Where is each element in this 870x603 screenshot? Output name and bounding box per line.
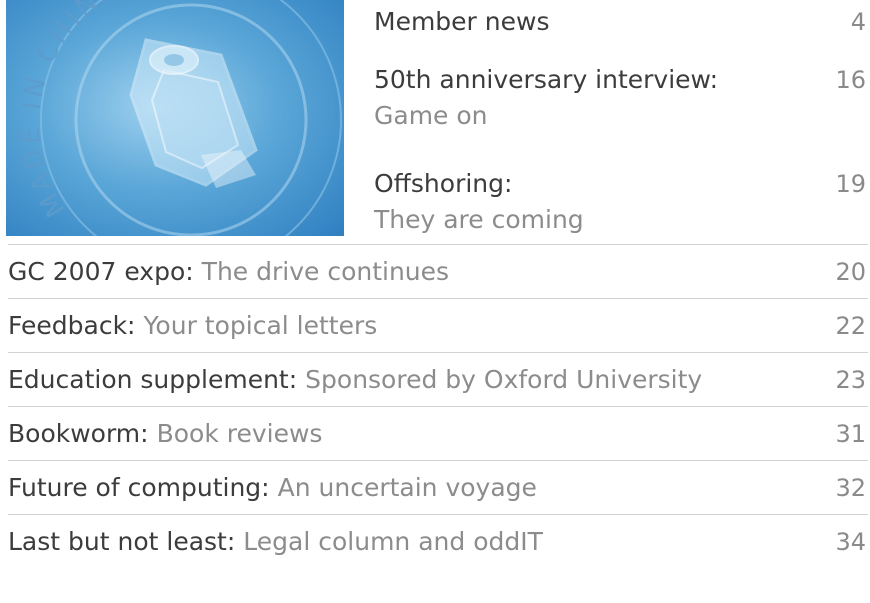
entry-subtitle: Game on <box>374 101 488 130</box>
row-description: The drive continues <box>201 257 450 286</box>
entry-title: Member news <box>374 7 550 36</box>
page-number: 22 <box>835 311 866 340</box>
embossed-text: MADE IN CHINA <box>16 0 121 222</box>
toc-row-last-but-not-least[interactable]: Last but not least: Legal column and odd… <box>8 514 868 568</box>
entry-title: 50th anniversary interview: <box>374 65 719 94</box>
page-number: 19 <box>835 170 866 198</box>
row-label: Future of computing: <box>8 473 270 502</box>
row-label: Feedback: <box>8 311 136 340</box>
cover-photo: MADE IN CHINA <box>6 0 344 236</box>
entry-title: Offshoring: <box>374 169 513 198</box>
page-number: 20 <box>835 257 866 286</box>
entry-subtitle: They are coming <box>374 205 584 234</box>
page-number: 23 <box>835 365 866 394</box>
row-label: Last but not least: <box>8 527 236 556</box>
row-label: Education supplement: <box>8 365 298 394</box>
toc-entry-offshoring[interactable]: Offshoring: They are coming 19 <box>374 166 868 238</box>
row-label: Bookworm: <box>8 419 149 448</box>
toc-row-bookworm[interactable]: Bookworm: Book reviews 31 <box>8 406 868 460</box>
svg-text:MADE IN CHINA: MADE IN CHINA <box>16 0 125 222</box>
row-description: Book reviews <box>156 419 323 448</box>
page-number: 4 <box>850 8 866 36</box>
toc-entry-member-news[interactable]: Member news 4 <box>374 4 868 40</box>
page-number: 16 <box>835 66 866 94</box>
row-description: Legal column and oddIT <box>243 527 543 556</box>
usb-connector-image: MADE IN CHINA <box>16 0 342 236</box>
toc-entry-anniversary-interview[interactable]: 50th anniversary interview: Game on 16 <box>374 62 868 134</box>
toc-row-feedback[interactable]: Feedback: Your topical letters 22 <box>8 298 868 352</box>
toc-list: GC 2007 expo: The drive continues 20 Fee… <box>8 244 868 568</box>
row-description: An uncertain voyage <box>277 473 537 502</box>
row-label: GC 2007 expo: <box>8 257 194 286</box>
row-description: Sponsored by Oxford University <box>305 365 703 394</box>
page-number: 34 <box>835 527 866 556</box>
toc-row-gc-expo[interactable]: GC 2007 expo: The drive continues 20 <box>8 244 868 298</box>
row-description: Your topical letters <box>143 311 378 340</box>
page-number: 32 <box>835 473 866 502</box>
page-number: 31 <box>835 419 866 448</box>
toc-row-education-supplement[interactable]: Education supplement: Sponsored by Oxfor… <box>8 352 868 406</box>
toc-row-future-of-computing[interactable]: Future of computing: An uncertain voyage… <box>8 460 868 514</box>
